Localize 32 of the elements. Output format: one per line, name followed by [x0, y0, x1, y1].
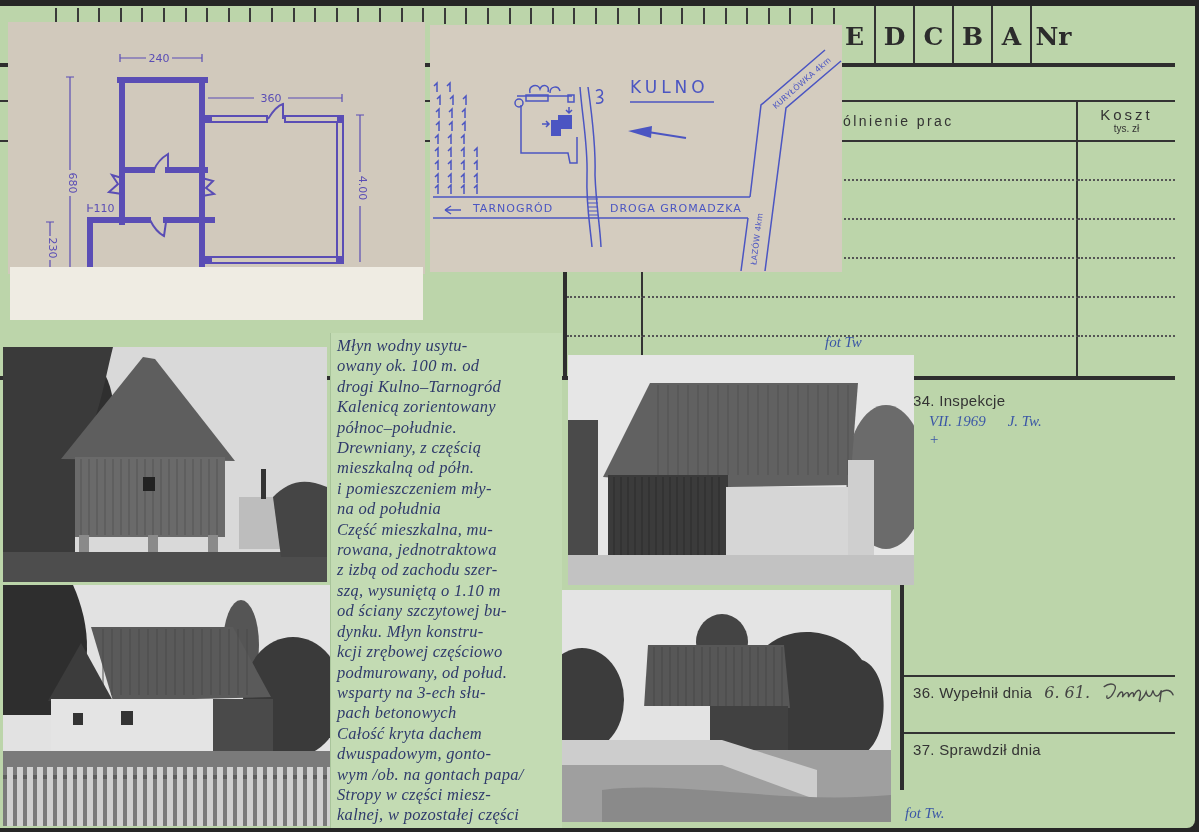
column-heading: C — [913, 6, 952, 63]
column-heading: A — [991, 6, 1030, 63]
arrow-icon — [628, 126, 687, 139]
dimension-label: 240 — [148, 51, 170, 65]
handwritten-note: fot Tw. — [905, 805, 945, 821]
column-heading: D — [874, 6, 913, 63]
handwritten-note: Młyn wodny usytu- owany ok. 100 m. od drogi Kulno–Tarnogród Kalenicą zorientowany północ–południe. Drewniany, z częścią mieszkalną od półn. i pomieszczeniem mły- na od południa Część mieszkalna, mu- rowana, jednotraktowa z izbą od zachodu szer- szą, wysuniętą o 1.10 m od ściany szczytowej bu- dynku. Młyn konstru- kcji zrębowej częściowo podmurowany, od połud. wsparty na 3-ech słu- pach betonowych Całość kryta dachem dwuspadowym, gonto- wym /ob. na gontach papa/ Stropy w części miesz- kalnej, w pozostałej części — [337, 336, 526, 826]
handwritten-entry: VII. 1969 — [929, 413, 986, 430]
column-heading: ólnienie prac — [843, 113, 954, 129]
arrow-icon — [444, 205, 462, 215]
map-label: ŁAZÓW 4km — [749, 212, 765, 266]
column-heading: Nr — [1030, 6, 1075, 63]
map-label: DROGA GROMADZKA — [610, 201, 742, 215]
dimension-label: 110 — [93, 201, 115, 215]
field-label: 36. Wypełnił dnia — [913, 683, 1033, 701]
handwritten-initials: J. Tw. — [1007, 413, 1042, 430]
field-label: 37. Sprawdził dnia — [913, 740, 1041, 758]
field-label: 34. Inspekcje — [913, 391, 1006, 409]
handwritten-entry: + — [929, 431, 940, 448]
column-heading: E — [843, 21, 866, 53]
dimension-label: 230 — [45, 237, 59, 259]
handwritten-note: fot Tw — [825, 334, 862, 351]
dimension-label: 4.00 — [355, 175, 369, 201]
column-heading: Koszt — [1100, 107, 1153, 123]
column-heading: B — [952, 6, 991, 63]
map-label: TARNOGRÓD — [473, 201, 554, 215]
bridge-icon — [587, 198, 599, 216]
dimension-label: 680 — [65, 172, 79, 194]
dimension-label: 360 — [260, 91, 282, 105]
handwritten-date: 6. 61. — [1044, 682, 1090, 702]
unit-label: tys. zł — [1113, 123, 1140, 135]
map-title: KULNO — [630, 77, 709, 97]
